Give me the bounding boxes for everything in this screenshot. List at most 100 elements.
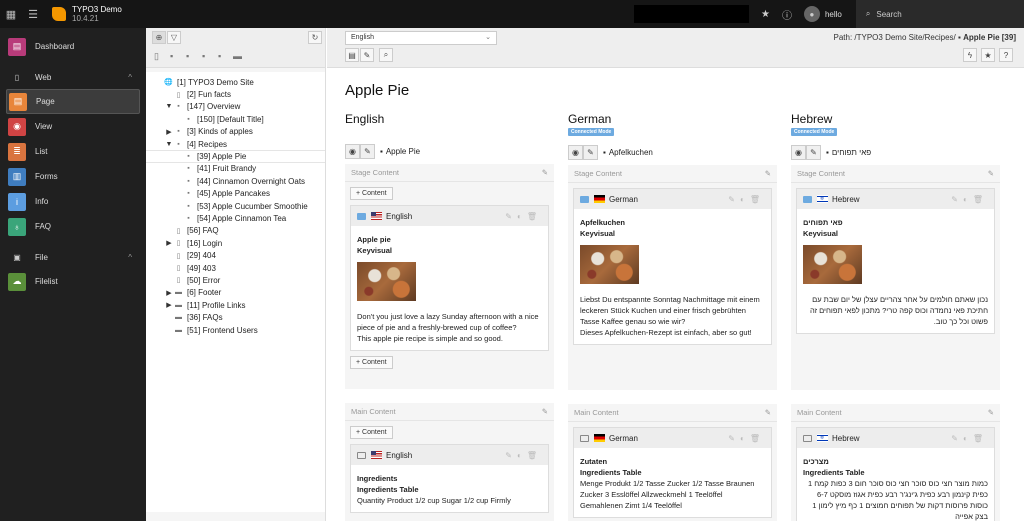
toggle-visibility-icon[interactable]: ◐ [517,451,527,460]
tree-node[interactable]: ▶ ▬ [11] Profile Links [146,299,325,311]
tree-node[interactable]: ▼ ▪ [147] Overview [146,101,325,113]
tree-node[interactable]: ▪ [45] Apple Pancakes [146,188,325,200]
content-element[interactable]: German ✎◐🗑 Apfelkuchen Keyvisual Liebst … [573,188,772,345]
add-content-button[interactable]: + Content [350,187,393,200]
module-filelist[interactable]: ☁ Filelist [6,269,140,294]
tree-node-label[interactable]: [56] FAQ [187,226,219,235]
edit-column-icon[interactable]: ✎ [988,169,994,178]
doctype-link-icon[interactable]: ▪ [170,51,173,61]
edit-icon[interactable]: ✎ [728,434,740,443]
module-toggle-icon[interactable]: ☰ [22,0,44,28]
tree-node-label[interactable]: [4] Recipes [187,140,227,149]
username[interactable]: hello [825,10,842,19]
doctype-backend-icon[interactable]: ▪ [202,51,205,61]
expand-icon[interactable]: ▶ [164,239,174,247]
expand-icon[interactable]: ▶ [164,301,174,309]
language-select[interactable]: English ⌄ [345,31,497,45]
tree-node-label[interactable]: [53] Apple Cucumber Smoothie [197,202,308,211]
help-icon[interactable]: ? [999,48,1013,62]
tree-node[interactable]: ▯ [49] 403 [146,262,325,274]
module-group-file[interactable]: ▣ File ^ [6,245,140,269]
toggle-visibility-icon[interactable]: ◐ [517,212,527,221]
edit-page-button[interactable]: ✎ [360,48,374,62]
content-element[interactable]: Hebrew ✎◐🗑 פאי תפוחים Keyvisual נכון שאת… [796,188,995,334]
delete-icon[interactable]: 🗑 [527,212,542,221]
doctype-page-icon[interactable]: ▯ [154,51,159,62]
tree-node[interactable]: ▬ [51] Frontend Users [146,324,325,336]
toggle-visibility-icon[interactable]: ◐ [740,195,750,204]
add-content-button[interactable]: + Content [350,356,393,369]
apps-grid-icon[interactable]: ▦ [0,0,22,28]
tree-node[interactable]: ▪ [150] [Default Title] [146,113,325,125]
module-faq[interactable]: ♁ FAQ [6,214,140,239]
tree-node-label[interactable]: [49] 403 [187,264,216,273]
filter-icon[interactable]: ▽ [167,31,181,44]
delete-icon[interactable]: 🗑 [973,434,988,443]
tree-node[interactable]: ▶ ▪ [3] Kinds of apples [146,126,325,138]
tree-node[interactable]: ▬ [36] FAQs [146,311,325,323]
tree-node-label[interactable]: [11] Profile Links [187,301,246,310]
edit-icon[interactable]: ✎ [728,195,740,204]
doctype-shortcut-icon[interactable]: ▪ [186,51,189,61]
search-button[interactable]: ⌕ Search [855,0,1024,28]
bookmark-star-icon[interactable]: ★ [761,9,770,20]
view-page-icon[interactable]: ◉ [345,143,360,159]
tree-node-label[interactable]: [50] Error [187,276,220,285]
content-element[interactable]: English ✎◐🗑 Apple pie Keyvisual Don't yo… [350,205,549,351]
tree-node[interactable]: ▶ ▬ [6] Footer [146,287,325,299]
delete-icon[interactable]: 🗑 [527,451,542,460]
edit-column-icon[interactable]: ✎ [765,169,771,178]
edit-page-icon[interactable]: ✎ [360,143,375,159]
new-page-icon[interactable]: ⊕ [152,31,166,44]
module-info[interactable]: i Info [6,189,140,214]
tree-node-label[interactable]: [6] Footer [187,288,221,297]
tree-node-label[interactable]: [41] Fruit Brandy [197,164,256,173]
tree-node[interactable]: ▪ [39] Apple Pie [146,150,325,163]
tree-node[interactable]: ▯ [29] 404 [146,249,325,261]
expand-icon[interactable]: ▶ [164,128,174,136]
tree-node[interactable]: ▯ [56] FAQ [146,225,325,237]
delete-icon[interactable]: 🗑 [973,195,988,204]
toggle-visibility-icon[interactable]: ◐ [963,434,973,443]
module-view[interactable]: ◉ View [6,114,140,139]
edit-page-icon[interactable]: ✎ [583,144,598,160]
tree-node-label[interactable]: [39] Apple Pie [197,152,246,161]
folder-icon[interactable]: ▬ [233,51,242,61]
delete-icon[interactable]: 🗑 [750,195,765,204]
tree-node[interactable]: ▪ [44] Cinnamon Overnight Oats [146,175,325,187]
tree-node[interactable]: ▯ [50] Error [146,274,325,286]
tree-node[interactable]: ▪ [53] Apple Cucumber Smoothie [146,200,325,212]
collapse-icon[interactable]: ▼ [164,141,174,148]
doctype-mount-icon[interactable]: ▪ [218,51,221,61]
tree-node-label[interactable]: [54] Apple Cinnamon Tea [197,214,286,223]
tree-node-label[interactable]: [150] [Default Title] [197,115,264,124]
edit-icon[interactable]: ✎ [951,195,963,204]
content-element[interactable]: Hebrew ✎◐🗑 מצרכים Ingredients Table כמות… [796,427,995,521]
tree-node-label[interactable]: [51] Frontend Users [187,326,258,335]
view-page-button[interactable]: ▤ [345,48,359,62]
tree-node-label[interactable]: [36] FAQs [187,313,223,322]
add-content-button[interactable]: + Content [350,426,393,439]
content-element[interactable]: English ✎◐🗑 Ingredients Ingredients Tabl… [350,444,549,513]
view-page-icon[interactable]: ◉ [568,144,583,160]
module-list[interactable]: ≣ List [6,139,140,164]
path-current-page[interactable]: Apple Pie [39] [963,33,1016,42]
edit-column-icon[interactable]: ✎ [988,408,994,417]
clear-cache-icon[interactable]: ϟ [963,48,977,62]
help-icon[interactable]: ⓘ [782,7,792,22]
refresh-icon[interactable]: ↻ [308,31,322,44]
expand-icon[interactable]: ▶ [164,289,174,297]
edit-icon[interactable]: ✎ [951,434,963,443]
search-icon[interactable]: ⌕ [379,48,393,62]
toggle-visibility-icon[interactable]: ◐ [963,195,973,204]
tree-node-label[interactable]: [16] Login [187,239,222,248]
tree-node-label[interactable]: [147] Overview [187,102,240,111]
tree-node[interactable]: ▪ [54] Apple Cinnamon Tea [146,212,325,224]
tree-node-label[interactable]: [2] Fun facts [187,90,231,99]
tree-node-label[interactable]: [3] Kinds of apples [187,127,253,136]
tree-node-label[interactable]: [45] Apple Pancakes [197,189,270,198]
edit-column-icon[interactable]: ✎ [542,168,548,177]
delete-icon[interactable]: 🗑 [750,434,765,443]
collapse-icon[interactable]: ▼ [164,103,174,110]
module-group-web[interactable]: ▯ Web ^ [6,65,140,89]
